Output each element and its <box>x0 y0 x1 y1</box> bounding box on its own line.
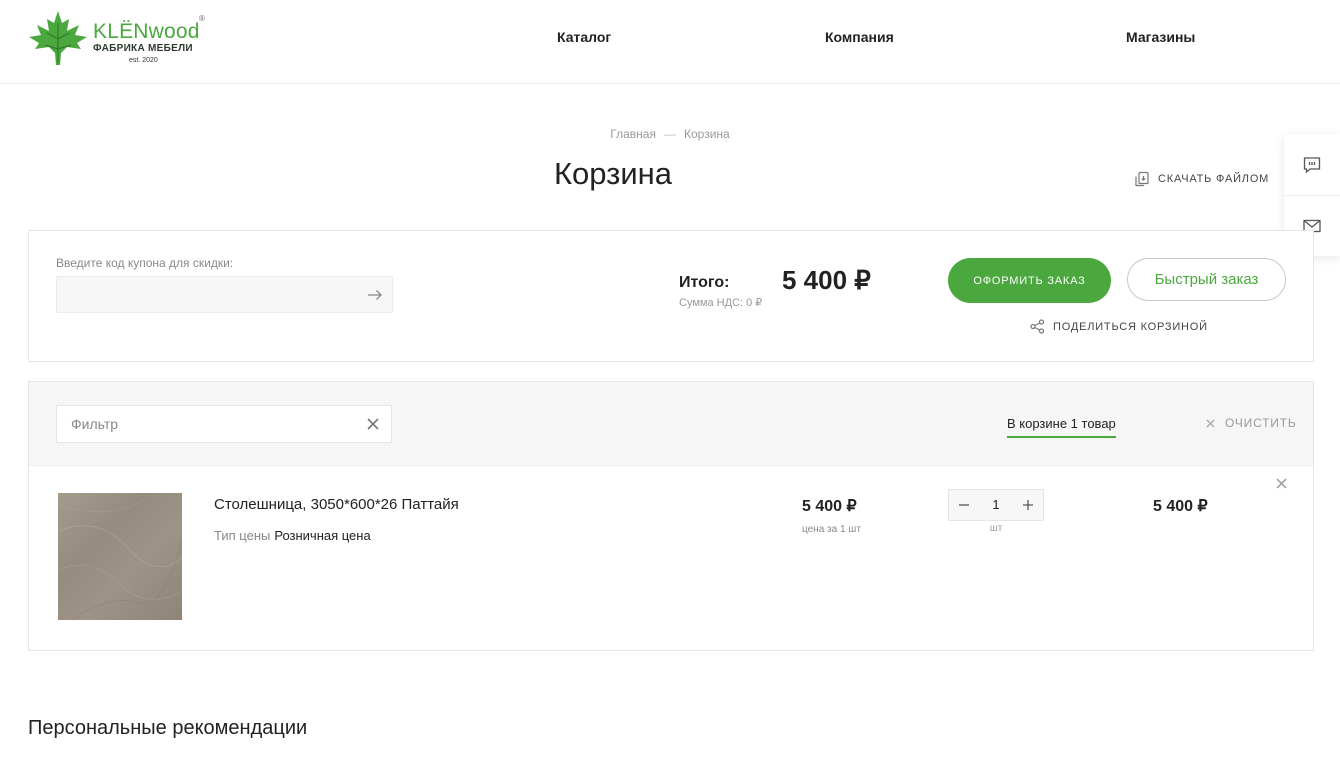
product-name[interactable]: Столешница, 3050*600*26 Паттайя <box>214 496 459 513</box>
site-header: KLËNwood ФАБРИКА МЕБЕЛИ est. 2020 ® Ката… <box>0 0 1340 84</box>
breadcrumb: Главная — Корзина <box>0 127 1340 141</box>
logo-subtitle: ФАБРИКА МЕБЕЛИ <box>93 43 193 54</box>
share-icon <box>1030 319 1045 334</box>
logo-brand: KLËNwood <box>93 20 200 43</box>
download-file-button[interactable]: СКАЧАТЬ ФАЙЛОМ <box>1134 171 1269 187</box>
maple-leaf-icon <box>29 11 87 65</box>
logo-est: est. 2020 <box>129 57 158 64</box>
price-type-label: Тип цены <box>214 528 271 543</box>
vat-amount: Сумма НДС: 0 ₽ <box>679 297 763 309</box>
coupon-input[interactable] <box>56 276 393 313</box>
unit-price-note: цена за 1 шт <box>802 524 861 535</box>
total-label: Итого: <box>679 274 730 291</box>
quantity-increase-button[interactable] <box>1013 490 1043 520</box>
filter-input[interactable]: Фильтр <box>56 405 392 443</box>
close-icon[interactable] <box>366 417 380 431</box>
chat-button[interactable] <box>1284 134 1340 195</box>
coupon-label: Введите код купона для скидки: <box>56 256 234 270</box>
nav-stores[interactable]: Магазины <box>1126 29 1195 45</box>
clear-cart-label: ОЧИСТИТЬ <box>1225 416 1297 430</box>
registered-mark: ® <box>199 14 205 23</box>
breadcrumb-current: Корзина <box>683 127 730 141</box>
breadcrumb-separator: — <box>663 127 676 141</box>
price-type: Тип цены Розничная цена <box>214 528 371 543</box>
logo[interactable]: KLËNwood ФАБРИКА МЕБЕЛИ est. 2020 ® <box>27 9 207 69</box>
total-value: 5 400 ₽ <box>782 265 871 295</box>
quantity-stepper: 1 <box>948 489 1044 521</box>
close-icon <box>1206 419 1215 427</box>
remove-item-icon[interactable] <box>1276 478 1287 489</box>
checkout-button[interactable]: ОФОРМИТЬ ЗАКАЗ <box>948 258 1111 303</box>
quantity-decrease-button[interactable] <box>949 490 979 520</box>
quick-order-button[interactable]: Быстрый заказ <box>1127 258 1286 301</box>
cart-summary: Введите код купона для скидки: Итого: Су… <box>28 230 1314 362</box>
download-file-label: СКАЧАТЬ ФАЙЛОМ <box>1158 173 1270 185</box>
quantity-unit: шт <box>989 523 1003 534</box>
share-cart-label: ПОДЕЛИТЬСЯ КОРЗИНОЙ <box>1053 320 1208 333</box>
plus-icon <box>1023 500 1033 510</box>
product-image[interactable] <box>58 493 182 620</box>
recommendations-title: Персональные рекомендации <box>28 717 308 739</box>
clear-cart-button[interactable]: ОЧИСТИТЬ <box>1206 416 1297 430</box>
price-type-value: Розничная цена <box>274 528 371 543</box>
unit-price: 5 400 ₽ <box>802 498 857 515</box>
minus-icon <box>959 504 969 506</box>
cart-count-tab[interactable]: В корзине 1 товар <box>1007 416 1116 438</box>
item-total: 5 400 ₽ <box>1153 498 1208 515</box>
share-cart-button[interactable]: ПОДЕЛИТЬСЯ КОРЗИНОЙ <box>1030 319 1208 334</box>
nav-catalog[interactable]: Каталог <box>557 29 611 45</box>
page-title: Корзина <box>553 156 673 191</box>
filter-placeholder: Фильтр <box>71 416 119 432</box>
download-file-icon <box>1135 171 1149 187</box>
arrow-right-icon[interactable] <box>366 286 384 304</box>
chat-icon <box>1303 156 1321 173</box>
marble-texture <box>58 497 182 620</box>
cart-toolbar: Фильтр В корзине 1 товар ОЧИСТИТЬ <box>29 382 1313 466</box>
breadcrumb-home[interactable]: Главная <box>610 127 656 141</box>
nav-company[interactable]: Компания <box>825 29 894 45</box>
cart-list: Фильтр В корзине 1 товар ОЧИСТИТЬ Столеш… <box>28 381 1314 651</box>
quantity-value[interactable]: 1 <box>979 490 1013 520</box>
